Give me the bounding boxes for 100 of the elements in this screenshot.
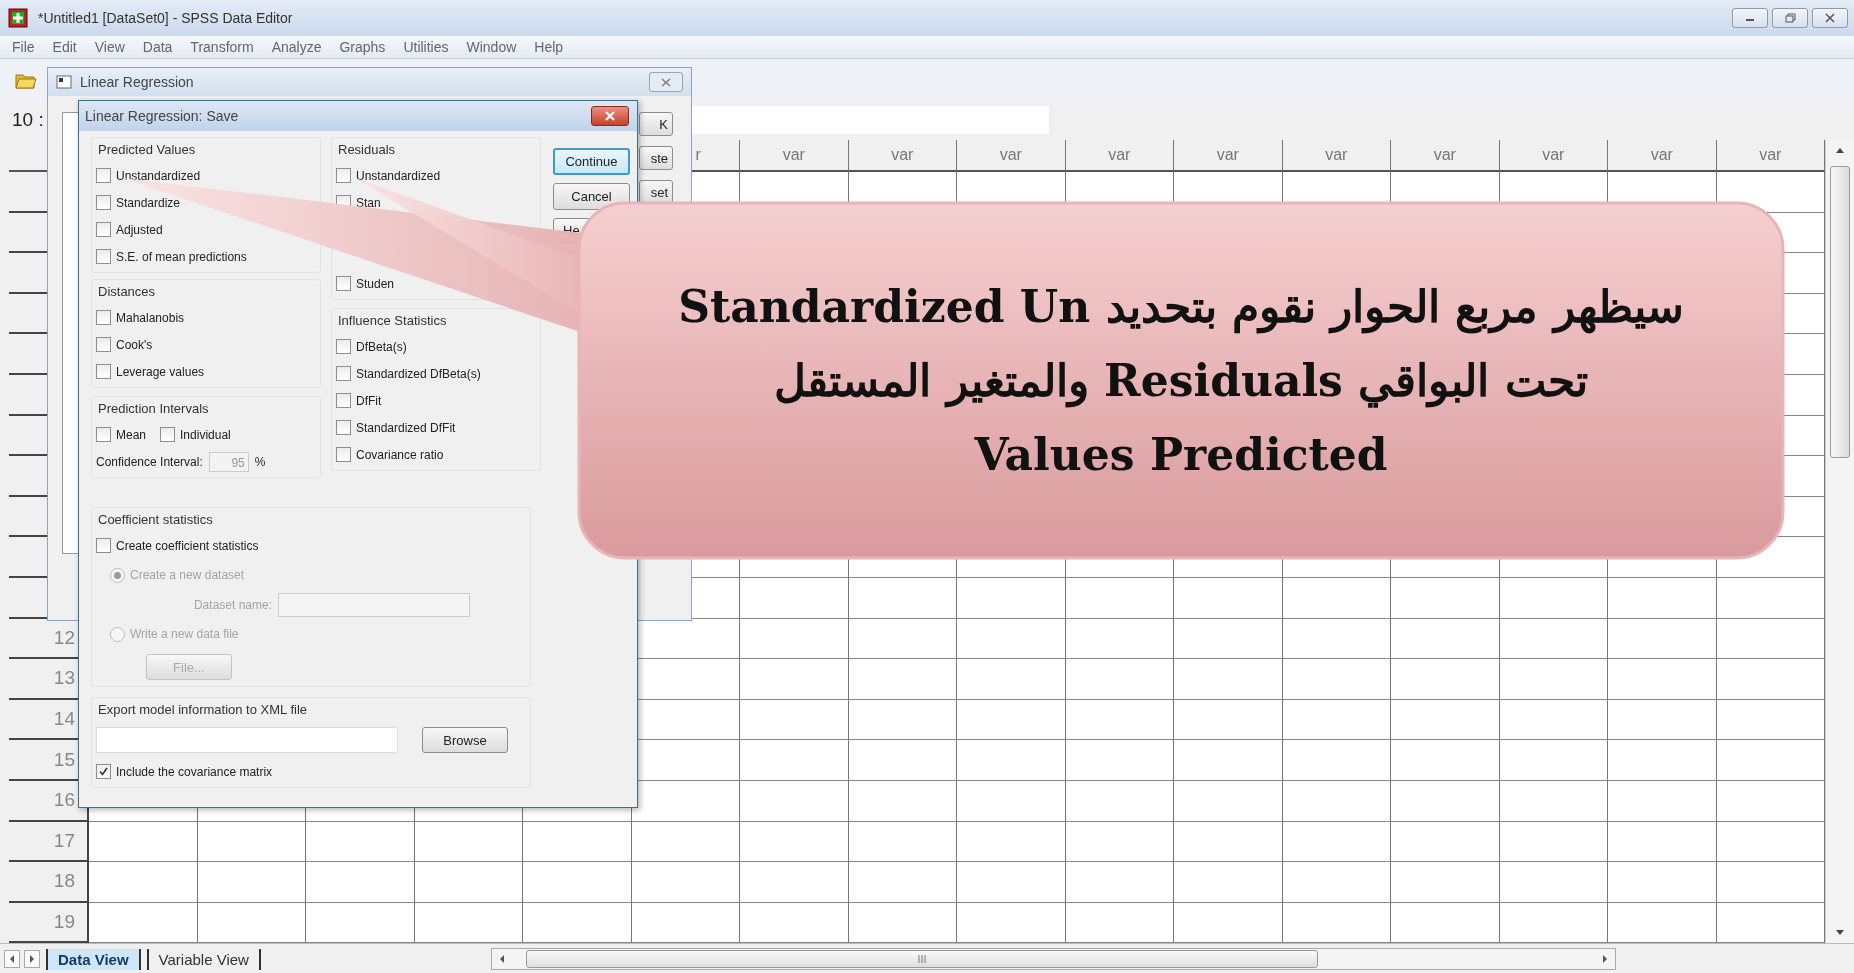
checkbox-label: Studen xyxy=(356,276,395,291)
group-title: Residuals xyxy=(337,141,397,159)
menu-item[interactable]: Help xyxy=(534,39,564,55)
input-field[interactable] xyxy=(96,727,398,753)
browse-button[interactable]: Browse xyxy=(422,727,508,753)
restore-icon xyxy=(1784,13,1796,23)
menu-item[interactable]: File xyxy=(12,39,35,55)
group-title: Prediction Intervals xyxy=(97,400,210,418)
checkbox-label: Leverage values xyxy=(116,364,205,379)
scroll-thumb[interactable] xyxy=(1830,166,1850,458)
column-header: var xyxy=(1065,140,1174,172)
checkbox[interactable] xyxy=(336,276,351,291)
menu-item[interactable]: Edit xyxy=(52,39,77,55)
app-icon xyxy=(8,8,28,28)
right-arrow-icon xyxy=(28,954,36,964)
dialog-button[interactable]: set xyxy=(639,180,673,204)
checkbox-label: Standardized DfBeta(s) xyxy=(356,366,481,381)
close-button[interactable] xyxy=(591,106,629,126)
checkbox[interactable] xyxy=(336,420,351,435)
checkbox-label: Standardized DfFit xyxy=(356,420,456,435)
menu-item[interactable]: Data xyxy=(142,39,173,55)
checkbox[interactable] xyxy=(96,168,111,183)
minimize-button[interactable] xyxy=(1732,8,1768,28)
dialog-button[interactable]: K xyxy=(639,112,673,136)
left-arrow-icon xyxy=(8,954,16,964)
vertical-scrollbar[interactable] xyxy=(1825,140,1854,943)
horizontal-scrollbar[interactable] xyxy=(490,948,1616,970)
checkbox-label: Individual xyxy=(180,427,231,442)
checkbox-label: Stan xyxy=(356,195,381,210)
field-label: Dataset name: xyxy=(192,597,272,612)
checkbox-label: S.E. of mean predictions xyxy=(116,249,247,264)
input-field[interactable] xyxy=(278,592,470,617)
group-title: Coefficient statistics xyxy=(97,511,214,529)
callout-text: سيظهر مربع الحوار نقوم بتحديد Standardized Un تحت البواقي Residuals والمتغير المستقل Values Predicted xyxy=(678,279,1684,482)
checkbox-label: Covariance ratio xyxy=(356,447,444,462)
scroll-down-icon[interactable] xyxy=(1835,929,1845,937)
row-header: 17 xyxy=(9,821,89,863)
radio-label: Create a new dataset xyxy=(130,568,245,582)
checkbox[interactable] xyxy=(336,447,351,462)
column-header: var xyxy=(957,140,1066,172)
field-label: Confidence Interval: xyxy=(96,454,203,469)
dialog-button[interactable]: ste xyxy=(639,146,673,170)
grip-icon xyxy=(916,955,927,963)
row-header: 19 xyxy=(9,902,89,944)
close-icon xyxy=(1824,13,1836,23)
checkbox[interactable] xyxy=(336,339,351,354)
menu-item[interactable]: Utilities xyxy=(403,39,449,55)
checkbox-label: Unstandardized xyxy=(116,168,201,183)
next-sheet-button[interactable] xyxy=(24,950,40,968)
checkbox-label: DfBeta(s) xyxy=(356,339,407,354)
checkbox-label: Mean xyxy=(116,427,147,442)
scroll-right-icon[interactable] xyxy=(1600,954,1609,964)
checkbox[interactable] xyxy=(336,366,351,381)
scroll-up-icon[interactable] xyxy=(1835,146,1845,154)
checkbox[interactable] xyxy=(96,364,111,379)
scroll-thumb[interactable] xyxy=(525,950,1318,968)
checkbox-label: Standardize xyxy=(116,195,181,210)
column-header: var xyxy=(1391,140,1500,172)
checkbox-label: Cook's xyxy=(116,337,153,352)
checkbox-label: Create coefficient statistics xyxy=(116,538,259,553)
column-header: var xyxy=(1608,140,1717,172)
sheet-tab[interactable]: Variable View xyxy=(146,948,261,970)
cell-reference: 10 : xyxy=(12,109,44,131)
menu-item[interactable]: Graphs xyxy=(339,39,386,55)
dialog-button[interactable]: Cancel xyxy=(553,183,630,210)
dialog-button[interactable]: Continue xyxy=(553,148,630,175)
menu-item[interactable]: Window xyxy=(466,39,517,55)
previous-sheet-button[interactable] xyxy=(4,950,20,968)
column-header: var xyxy=(1282,140,1391,172)
group-title: Distances xyxy=(97,283,157,301)
checkbox-label: Mahalanobis xyxy=(116,310,185,325)
dialog-icon xyxy=(56,75,72,89)
checkbox[interactable] xyxy=(96,222,111,237)
checkbox-label: Unstandardized xyxy=(356,168,441,183)
radio-label: Write a new data file xyxy=(130,627,239,641)
dialog-title: Linear Regression: Save xyxy=(85,108,239,124)
sheet-tab[interactable]: Data View xyxy=(46,948,141,970)
menu-item[interactable]: View xyxy=(94,39,125,55)
menu-item[interactable]: Transform xyxy=(190,39,254,55)
column-header: var xyxy=(1499,140,1608,172)
dialog-title: Linear Regression xyxy=(80,74,194,90)
checkbox-label: Include the covariance matrix xyxy=(116,764,273,779)
menu-item[interactable]: Analyze xyxy=(271,39,322,55)
close-icon xyxy=(604,111,616,121)
checkbox[interactable] xyxy=(96,337,111,352)
checkbox[interactable] xyxy=(96,249,111,264)
close-icon xyxy=(661,77,671,87)
checkbox-label: DfFit xyxy=(356,393,382,408)
checkbox[interactable] xyxy=(96,195,111,210)
group-title: Predicted Values xyxy=(97,141,197,159)
unit-label: % xyxy=(254,454,266,469)
checkbox[interactable] xyxy=(336,168,351,183)
checkbox[interactable] xyxy=(96,764,111,779)
checkbox[interactable] xyxy=(96,310,111,325)
group-title: Influence Statistics xyxy=(337,312,448,330)
checkbox[interactable] xyxy=(336,393,351,408)
column-header: var xyxy=(1174,140,1283,172)
close-button[interactable] xyxy=(1812,8,1848,28)
group-title: Export model information to XML file xyxy=(97,701,309,719)
checkbox-label: Adjusted xyxy=(116,222,163,237)
